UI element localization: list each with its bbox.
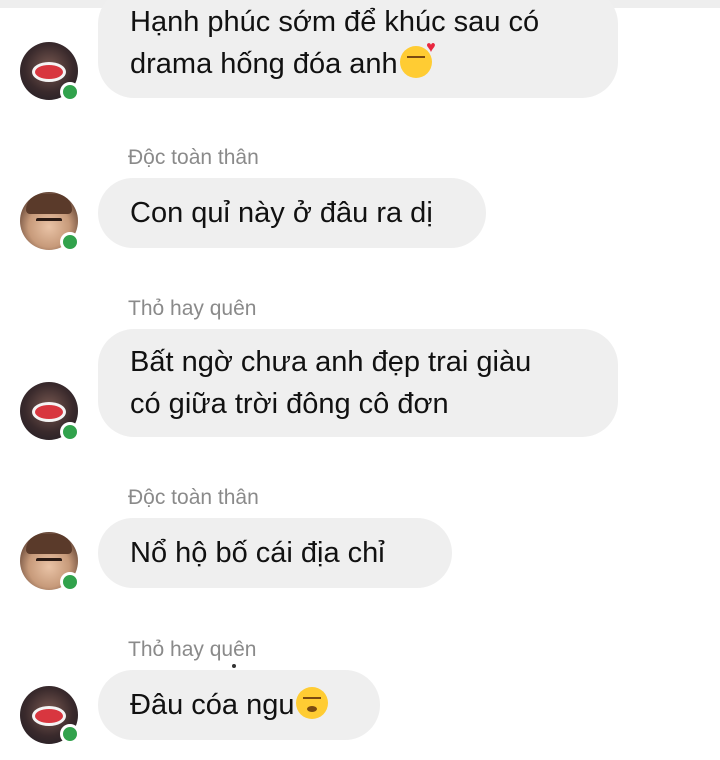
sender-name: Độc toàn thân — [128, 146, 259, 169]
kissing-heart-emoji-icon — [399, 40, 436, 78]
message-bubble[interactable]: Hạnh phúc sớm để khúc sau có drama hống … — [98, 0, 618, 98]
message-bubble[interactable]: Đâu cóa ngu — [98, 670, 380, 740]
sender-name: Độc toàn thân — [128, 486, 259, 509]
message-text: drama hống đóa anh — [130, 48, 398, 80]
online-status-icon — [60, 422, 80, 442]
sender-name: Thỏ hay quên — [128, 638, 257, 661]
sender-name: Thỏ hay quên — [128, 297, 257, 320]
chat-thread: Hạnh phúc sớm để khúc sau có drama hống … — [0, 0, 720, 760]
online-status-icon — [60, 82, 80, 102]
typing-dot — [232, 664, 236, 668]
message-text: Nổ hộ bố cái địa chỉ — [130, 537, 385, 569]
message-text: có giữa trời đông cô đơn — [130, 388, 449, 420]
online-status-icon — [60, 724, 80, 744]
message-bubble[interactable]: Con quỉ này ở đâu ra dị — [98, 178, 486, 248]
message-bubble[interactable]: Bất ngờ chưa anh đẹp trai giàu có giữa t… — [98, 329, 618, 437]
message-text: Con quỉ này ở đâu ra dị — [130, 197, 433, 229]
online-status-icon — [60, 572, 80, 592]
avatar-eyes — [36, 218, 62, 224]
message-bubble[interactable]: Nổ hộ bố cái địa chỉ — [98, 518, 452, 588]
online-status-icon — [60, 232, 80, 252]
avatar-eyes — [36, 558, 62, 564]
avatar-mouth — [32, 402, 66, 422]
kissing-smiling-eyes-emoji-icon — [296, 687, 329, 719]
avatar-mouth — [32, 62, 66, 82]
avatar-hair — [26, 534, 72, 554]
message-text: Bất ngờ chưa anh đẹp trai giàu — [130, 346, 532, 378]
avatar-mouth — [32, 706, 66, 726]
avatar-hair — [26, 194, 72, 214]
message-text: Hạnh phúc sớm để khúc sau có — [130, 6, 540, 38]
message-text: Đâu cóa ngu — [130, 689, 295, 721]
